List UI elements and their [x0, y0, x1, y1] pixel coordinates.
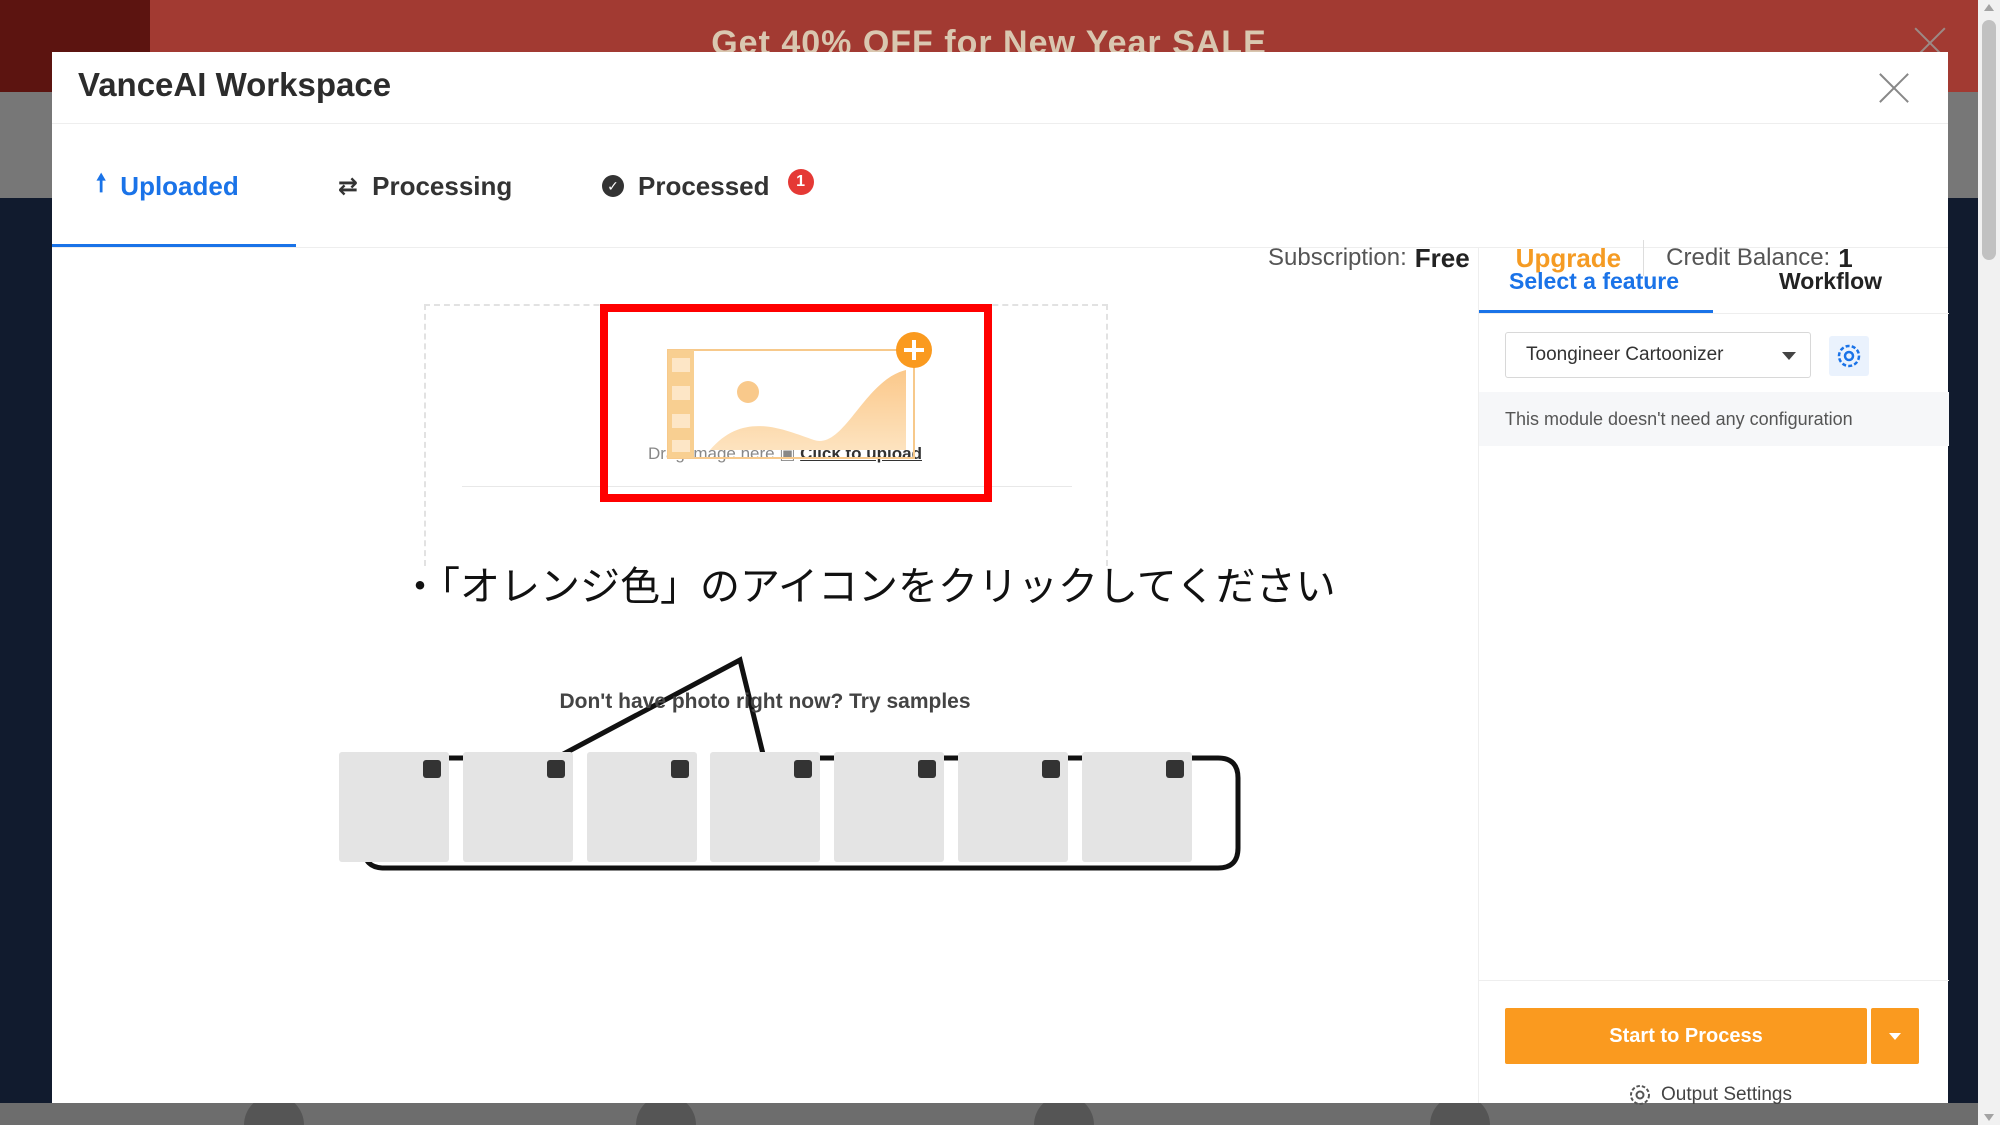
checkbox-icon[interactable]	[671, 760, 689, 778]
start-options-dropdown[interactable]	[1871, 1008, 1919, 1064]
modal-title: VanceAI Workspace	[78, 66, 392, 103]
browser-scrollbar[interactable]	[1978, 0, 2000, 1125]
chevron-down-icon	[1782, 352, 1796, 360]
tab-workflow[interactable]: Workflow	[1779, 248, 1882, 314]
scroll-down-arrow-icon[interactable]	[1984, 1114, 1994, 1121]
output-settings-link[interactable]: Output Settings	[1627, 1082, 1792, 1108]
upload-image-icon[interactable]	[614, 300, 974, 480]
config-note: This module doesn't need any configurati…	[1479, 392, 1949, 446]
refresh-icon: ⇄	[338, 172, 359, 200]
chevron-down-icon	[1889, 1033, 1901, 1040]
tab-uploaded-label: Uploaded	[120, 170, 239, 201]
checkbox-icon[interactable]	[918, 760, 936, 778]
sample-thumbnail[interactable]	[710, 752, 820, 862]
samples-title: Don't have photo right now? Try samples	[559, 690, 971, 713]
close-icon[interactable]	[1878, 72, 1910, 104]
gear-icon	[1837, 344, 1861, 368]
workspace-tabs: 🠕 Uploaded ⇄ Processing ✓ Processed 1 Su…	[52, 124, 1948, 276]
checkbox-icon[interactable]	[547, 760, 565, 778]
processed-count-badge: 1	[787, 169, 814, 195]
tab-select-feature[interactable]: Select a feature	[1509, 248, 1679, 314]
active-tab-indicator	[52, 244, 296, 247]
tab-uploaded[interactable]: 🠕 Uploaded	[96, 124, 239, 248]
upload-area: Drag image here ▣ Click to upload Don't …	[52, 248, 1478, 1103]
start-to-process-button[interactable]: Start to Process	[1505, 1008, 1867, 1064]
check-circle-icon: ✓	[602, 175, 624, 197]
scroll-up-arrow-icon[interactable]	[1984, 4, 1994, 11]
arrow-up-icon: 🠕	[96, 169, 107, 197]
checkbox-icon[interactable]	[1166, 760, 1184, 778]
checkbox-icon[interactable]	[794, 760, 812, 778]
tab-processing-label: Processing	[372, 170, 513, 201]
feature-tabs: Select a feature Workflow	[1479, 248, 1949, 314]
feature-panel: Select a feature Workflow Toongineer Car…	[1478, 248, 1949, 1105]
gear-icon	[1630, 1085, 1650, 1105]
output-settings-label: Output Settings	[1661, 1084, 1792, 1105]
divider	[1479, 980, 1949, 981]
sample-thumbnail[interactable]	[834, 752, 944, 862]
callout-text: ・「オレンジ色」のアイコンをクリックしてください	[400, 565, 1336, 609]
sample-thumbnail[interactable]	[1082, 752, 1192, 862]
tab-processed[interactable]: ✓ Processed 1	[602, 124, 814, 248]
feature-settings-button[interactable]	[1829, 336, 1869, 376]
sample-thumbnail[interactable]	[463, 752, 573, 862]
divider	[462, 486, 1072, 487]
sample-thumbnail[interactable]	[339, 752, 449, 862]
tab-processed-label: Processed	[638, 170, 770, 201]
checkbox-icon[interactable]	[1042, 760, 1060, 778]
feature-dropdown-value: Toongineer Cartoonizer	[1526, 344, 1724, 365]
sample-thumbnail[interactable]	[958, 752, 1068, 862]
checkbox-icon[interactable]	[423, 760, 441, 778]
modal-header: VanceAI Workspace	[52, 52, 1948, 124]
active-tab-indicator	[1479, 310, 1713, 313]
tab-processing[interactable]: ⇄ Processing	[338, 124, 512, 248]
feature-dropdown[interactable]: Toongineer Cartoonizer	[1505, 332, 1811, 378]
sample-thumbnail[interactable]	[587, 752, 697, 862]
scrollbar-thumb[interactable]	[1982, 20, 1996, 260]
